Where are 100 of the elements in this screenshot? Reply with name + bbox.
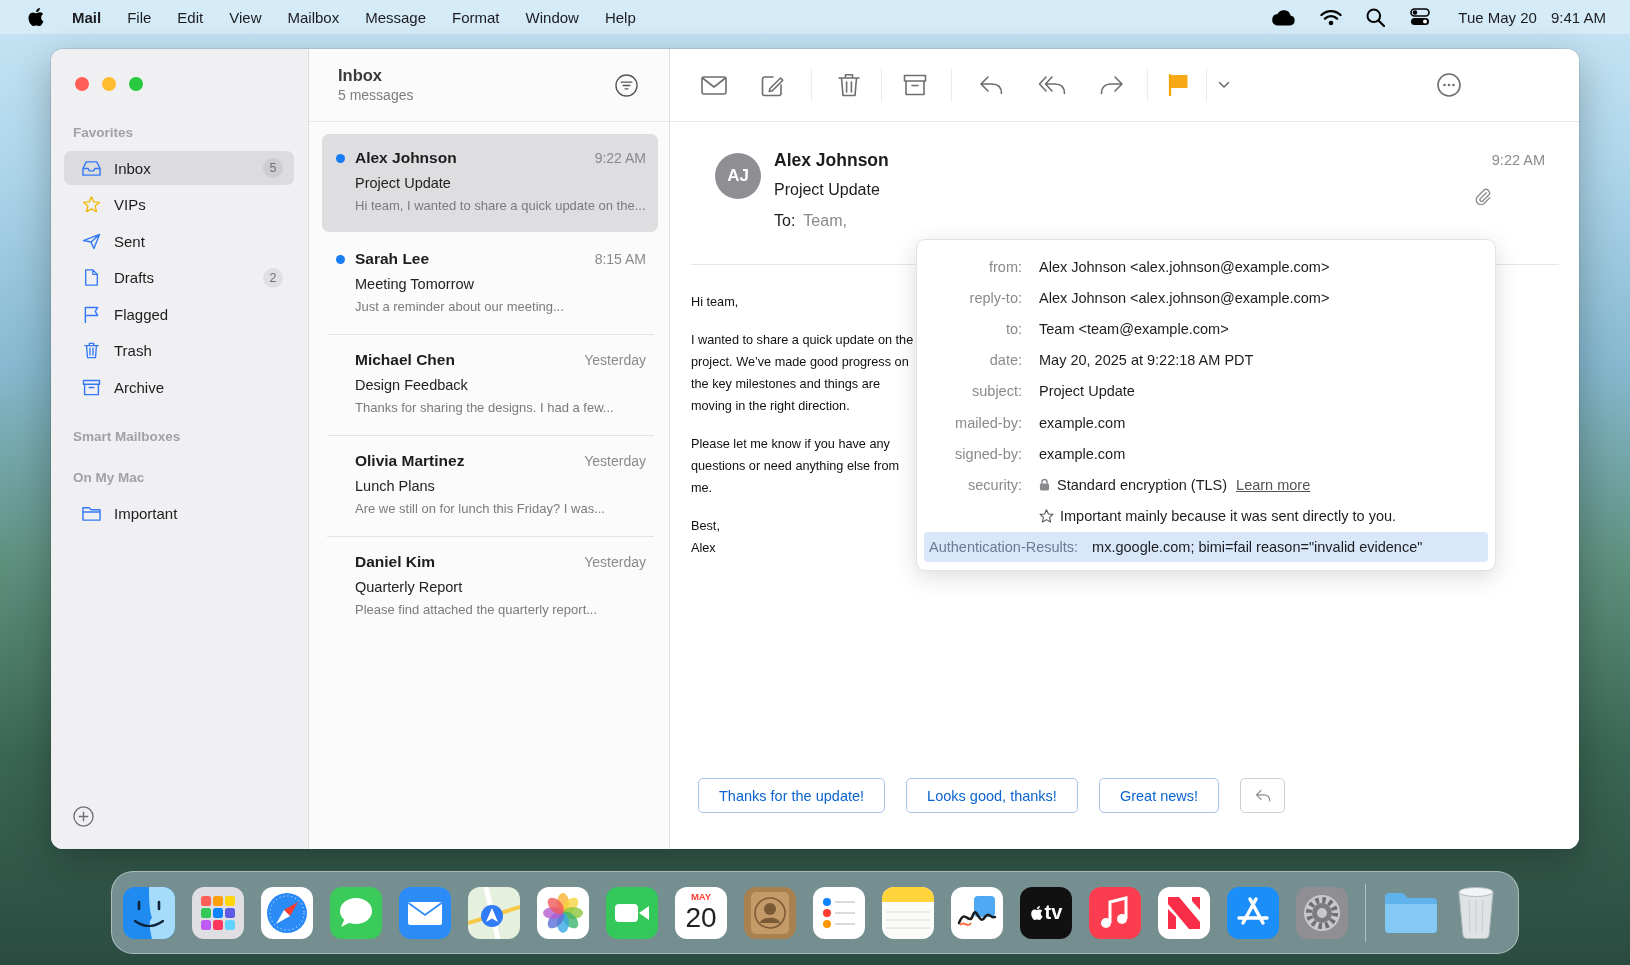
menu-bar-date[interactable]: Tue May 20 <box>1458 8 1537 26</box>
calendar-month: MAY <box>690 890 712 902</box>
field-label: mailed-by: <box>954 414 1022 431</box>
document-icon <box>82 269 101 286</box>
menu-bar-time[interactable]: 9:41 AM <box>1550 8 1606 26</box>
fullscreen-icon[interactable] <box>129 77 143 91</box>
message-row[interactable]: Sarah Lee 8:15 AM Meeting Tomorrow Just a reminder about our meeting... <box>322 235 658 333</box>
highlighted-row[interactable]: Authentication-Results: mx.google.com; bimi=fail reason="invalid evidence" <box>924 531 1488 562</box>
sidebar-item[interactable]: Sent <box>64 224 294 258</box>
chevron-down-icon[interactable] <box>1218 81 1230 89</box>
reply-button[interactable] <box>1240 778 1286 813</box>
person-card-icon[interactable] <box>744 886 796 939</box>
message-time: 9:22 AM <box>1491 151 1545 170</box>
notepad-icon[interactable] <box>882 886 934 939</box>
message-subject: Project Update <box>774 180 881 200</box>
menu-item[interactable]: Edit <box>177 8 204 26</box>
music-note-icon[interactable] <box>1089 886 1141 939</box>
sidebar-item[interactable]: Archive <box>64 370 294 404</box>
field-value: Team <team@example.com> <box>1039 320 1230 337</box>
sidebar-item[interactable]: Important <box>64 496 294 530</box>
flag-icon <box>82 305 101 323</box>
sidebar-item[interactable]: Trash <box>64 333 294 368</box>
reply-arrow-icon <box>1254 789 1271 802</box>
app-store-icon[interactable] <box>1227 886 1279 939</box>
paperclip-icon[interactable] <box>1475 188 1491 205</box>
folder-icon <box>82 504 101 522</box>
field-value: Project Update <box>1039 383 1136 400</box>
smiling-face-icon[interactable] <box>123 886 175 939</box>
quick-reply-button[interactable]: Thanks for the update! <box>698 778 886 813</box>
star-icon <box>1039 509 1054 524</box>
add-circle-icon[interactable] <box>73 806 94 827</box>
flag-icon[interactable] <box>1167 73 1189 97</box>
wifi-icon[interactable] <box>1320 8 1343 26</box>
app-menu[interactable]: Mail <box>72 8 102 26</box>
video-camera-icon[interactable] <box>606 886 658 939</box>
reply-all-arrows-icon[interactable] <box>1038 75 1066 95</box>
sidebar-item[interactable]: Drafts 2 <box>64 260 294 295</box>
cloud-icon[interactable] <box>1270 8 1297 26</box>
envelope-icon[interactable] <box>701 75 727 95</box>
sender-name: Alex Johnson <box>774 149 889 172</box>
search-icon[interactable] <box>1366 7 1386 27</box>
menu-item[interactable]: Mailbox <box>287 8 340 26</box>
message-time: 8:15 AM <box>594 251 646 267</box>
inbox-tray-icon <box>82 159 101 177</box>
trash-icon <box>82 342 101 359</box>
filter-icon[interactable] <box>615 73 638 97</box>
section-heading: Smart Mailboxes <box>72 429 182 445</box>
speech-bubble-icon[interactable] <box>330 886 382 939</box>
forward-arrow-icon[interactable] <box>1100 75 1124 95</box>
menu-item[interactable]: Message <box>365 8 427 26</box>
reply-arrow-icon[interactable] <box>979 75 1003 95</box>
message-subject: Meeting Tomorrow <box>355 275 475 294</box>
apple-icon[interactable] <box>27 7 44 27</box>
checklist-icon[interactable] <box>813 886 865 939</box>
message-row[interactable]: Michael Chen Yesterday Design Feedback Thanks for sharing the designs. I had a few... <box>322 336 658 434</box>
archive-box-icon <box>82 378 101 396</box>
calendar-icon[interactable]: MAY 20 <box>675 886 727 939</box>
more-options-icon[interactable] <box>1437 73 1461 97</box>
sidebar-item[interactable]: VIPs <box>64 187 294 222</box>
compose-icon[interactable] <box>761 73 785 97</box>
trash-can-icon[interactable] <box>1456 885 1496 940</box>
tv-icon[interactable]: tv <box>1020 886 1072 939</box>
field-value: mx.google.com; bimi=fail reason="invalid evidence" <box>1092 538 1423 555</box>
toggle-switches-icon[interactable] <box>1410 8 1431 26</box>
news-icon[interactable] <box>1158 886 1210 939</box>
field-label: from: <box>987 258 1022 275</box>
app-grid-icon[interactable] <box>192 886 244 939</box>
menu-item[interactable]: Window <box>525 8 579 26</box>
message-row[interactable]: Olivia Martinez Yesterday Lunch Plans Are we still on for lunch this Friday? I was... <box>322 437 658 535</box>
learn-more-link[interactable]: Learn more <box>1236 476 1311 493</box>
sender-avatar: AJ <box>715 153 761 199</box>
quick-reply-button[interactable]: Great news! <box>1098 778 1220 813</box>
close-icon[interactable] <box>75 77 89 91</box>
body-text: Alex <box>691 540 717 557</box>
archive-box-icon[interactable] <box>903 74 927 96</box>
field-label: to: <box>1004 320 1022 337</box>
envelope-icon[interactable] <box>399 886 451 939</box>
map-icon[interactable] <box>468 886 520 939</box>
field-label: Authentication-Results: <box>929 538 1079 555</box>
menu-item[interactable]: Help <box>604 8 636 26</box>
menu-item[interactable]: File <box>127 8 152 26</box>
menu-item[interactable]: Format <box>452 8 500 26</box>
scribble-board-icon[interactable] <box>951 886 1003 939</box>
menu-item[interactable]: View <box>229 8 262 26</box>
gear-icon[interactable] <box>1296 886 1348 939</box>
quick-reply-button[interactable]: Looks good, thanks! <box>906 778 1078 813</box>
message-row[interactable]: Daniel Kim Yesterday Quarterly Report Please find attached the quarterly report... <box>322 538 658 636</box>
message-time: Yesterday <box>584 352 646 368</box>
trash-icon[interactable] <box>838 73 860 97</box>
sidebar-item[interactable]: Flagged <box>64 297 294 331</box>
message-row[interactable]: Alex Johnson 9:22 AM Project Update Hi team, I wanted to share a quick update on the... <box>322 134 658 232</box>
mailbox-title: Inbox <box>338 65 383 85</box>
message-count: 5 messages <box>338 86 414 105</box>
section-heading: On My Mac <box>72 470 146 486</box>
sidebar-item[interactable]: Inbox 5 <box>64 151 294 185</box>
field-value: Important mainly because it was sent directly to you. <box>1060 508 1397 525</box>
field-label: security: <box>967 476 1022 493</box>
flower-icon[interactable] <box>537 886 589 939</box>
message-subject: Design Feedback <box>355 376 469 395</box>
compass-icon[interactable] <box>261 886 313 939</box>
